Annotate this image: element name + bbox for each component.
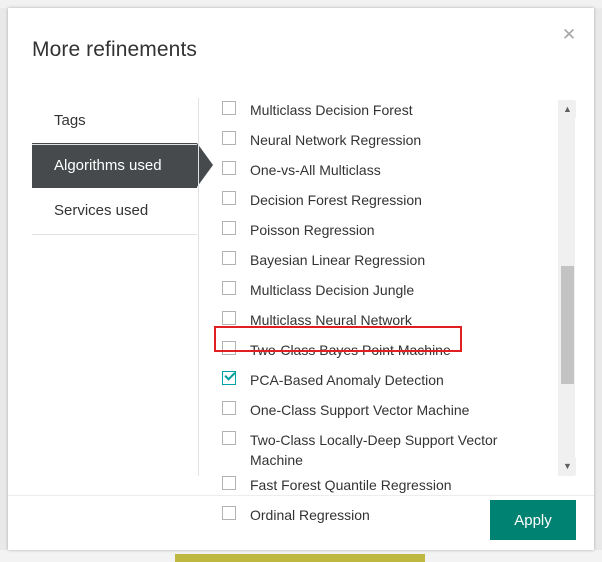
screen: More refinements ✕ Tags Algorithms used … bbox=[0, 0, 602, 562]
list-item[interactable]: One-vs-All Multiclass bbox=[222, 160, 552, 185]
checkbox[interactable] bbox=[222, 476, 236, 490]
checkbox[interactable] bbox=[222, 101, 236, 115]
checkbox[interactable] bbox=[222, 221, 236, 235]
list-item-label: Two-Class Bayes Point Machine bbox=[250, 342, 451, 358]
list-item-label: Poisson Regression bbox=[250, 222, 375, 238]
checkbox[interactable] bbox=[222, 161, 236, 175]
tab-divider-1 bbox=[32, 144, 197, 145]
page-backdrop-top bbox=[0, 0, 602, 8]
list-item-label: Multiclass Neural Network bbox=[250, 312, 412, 328]
list-item-label: Decision Forest Regression bbox=[250, 192, 422, 208]
list-item[interactable]: Poisson Regression bbox=[222, 220, 552, 245]
checkbox[interactable] bbox=[222, 251, 236, 265]
scroll-up-icon[interactable]: ▲ bbox=[559, 101, 576, 118]
algorithm-filter-list: Multiclass Decision Forest Neural Networ… bbox=[222, 100, 552, 535]
list-item-label: One-vs-All Multiclass bbox=[250, 162, 381, 178]
list-item[interactable]: Multiclass Decision Jungle bbox=[222, 280, 552, 305]
list-item-label: Bayesian Linear Regression bbox=[250, 252, 426, 268]
tab-divider-2 bbox=[32, 234, 197, 235]
list-item[interactable]: Neural Network Regression bbox=[222, 130, 552, 155]
tab-services-used[interactable]: Services used bbox=[32, 188, 197, 233]
list-item[interactable]: One-Class Support Vector Machine bbox=[222, 400, 552, 425]
list-item[interactable]: Two-Class Locally-Deep Support Vector Ma… bbox=[222, 430, 552, 470]
tab-pointer-arrow-icon bbox=[197, 143, 213, 187]
scroll-down-icon[interactable]: ▼ bbox=[559, 458, 576, 475]
checkbox[interactable] bbox=[222, 311, 236, 325]
tab-algorithms-used[interactable]: Algorithms used bbox=[32, 143, 213, 188]
tab-rail: Tags Algorithms used Services used bbox=[32, 98, 213, 233]
checkbox[interactable] bbox=[222, 131, 236, 145]
list-item-label: Fast Forest Quantile Regression bbox=[250, 477, 452, 493]
tab-algorithms-used-label: Algorithms used bbox=[54, 157, 162, 174]
checkbox[interactable] bbox=[222, 506, 236, 520]
checkbox[interactable] bbox=[222, 401, 236, 415]
list-item-label: One-Class Support Vector Machine bbox=[250, 402, 470, 418]
list-item[interactable]: Bayesian Linear Regression bbox=[222, 250, 552, 275]
list-scrollbar[interactable]: ▲ ▼ bbox=[558, 100, 576, 476]
checkbox[interactable] bbox=[222, 191, 236, 205]
list-item[interactable]: Multiclass Decision Forest bbox=[222, 100, 552, 125]
list-item[interactable]: Multiclass Neural Network bbox=[222, 310, 552, 335]
more-refinements-dialog: More refinements ✕ Tags Algorithms used … bbox=[8, 8, 594, 550]
checkbox-checked[interactable] bbox=[222, 371, 236, 385]
list-item-label: PCA-Based Anomaly Detection bbox=[250, 372, 444, 388]
list-item-pca-based-anomaly-detection[interactable]: PCA-Based Anomaly Detection bbox=[222, 370, 552, 395]
list-item-label: Multiclass Decision Forest bbox=[250, 102, 413, 118]
checkbox[interactable] bbox=[222, 341, 236, 355]
apply-button[interactable]: Apply bbox=[490, 500, 576, 540]
tab-tags[interactable]: Tags bbox=[32, 98, 197, 143]
close-icon[interactable]: ✕ bbox=[556, 22, 582, 48]
panel-divider bbox=[198, 98, 199, 476]
footer-divider bbox=[8, 495, 594, 496]
list-item-label: Two-Class Locally-Deep Support Vector Ma… bbox=[250, 432, 498, 468]
tab-tags-label: Tags bbox=[54, 112, 86, 129]
page-backdrop-accent-strip bbox=[175, 554, 425, 562]
list-item-label: Ordinal Regression bbox=[250, 507, 370, 523]
scrollbar-thumb[interactable] bbox=[561, 266, 574, 384]
checkbox[interactable] bbox=[222, 431, 236, 445]
list-item[interactable]: Two-Class Bayes Point Machine bbox=[222, 340, 552, 365]
dialog-title: More refinements bbox=[32, 38, 197, 61]
list-item[interactable]: Fast Forest Quantile Regression bbox=[222, 475, 552, 500]
list-item-label: Neural Network Regression bbox=[250, 132, 422, 148]
list-item[interactable]: Decision Forest Regression bbox=[222, 190, 552, 215]
tab-services-used-label: Services used bbox=[54, 202, 149, 219]
list-item-label: Multiclass Decision Jungle bbox=[250, 282, 415, 298]
checkbox[interactable] bbox=[222, 281, 236, 295]
